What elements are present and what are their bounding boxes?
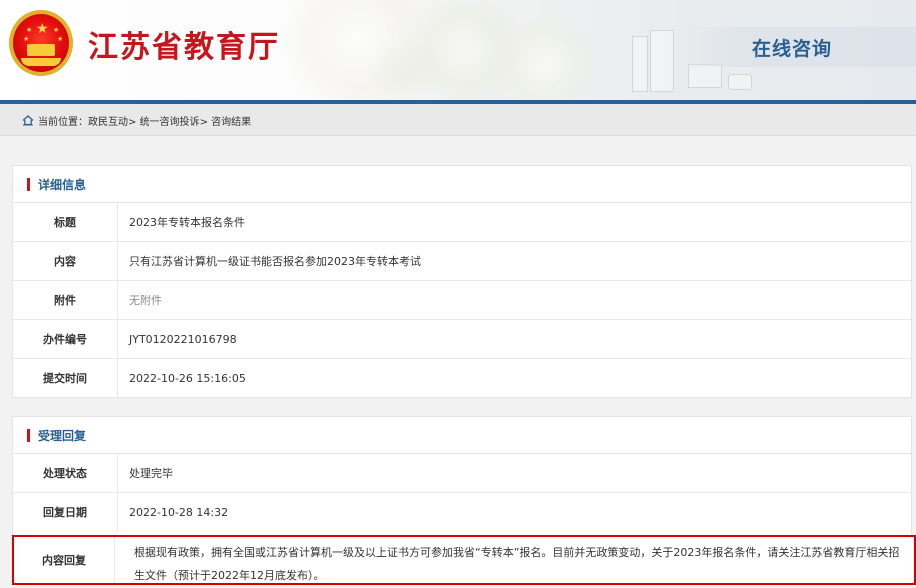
breadcrumb-prefix: 当前位置： <box>38 117 88 128</box>
detail-heading: 详细信息 <box>38 178 87 192</box>
row-label: 提交时间 <box>13 359 118 397</box>
detail-row-content: 内容 只有江苏省计算机一级证书能否报名参加2023年专转本考试 <box>13 242 911 281</box>
row-value: JYT0120221016798 <box>129 332 237 346</box>
detail-panel-header: 详细信息 <box>13 166 911 203</box>
row-value: 无附件 <box>129 294 162 307</box>
reply-row-status: 处理状态 处理完毕 <box>13 454 911 493</box>
row-label: 处理状态 <box>13 454 118 492</box>
breadcrumb-trail: 当前位置：政民互动> 统一咨询投诉> 咨询结果 <box>38 113 251 128</box>
row-label: 内容 <box>13 242 118 280</box>
detail-row-case-number: 办件编号 JYT0120221016798 <box>13 320 911 359</box>
reply-content-row: 内容回复 根据现有政策，拥有全国或江苏省计算机一级及以上证书方可参加我省“专转本… <box>12 535 916 585</box>
detail-row-attachment: 附件 无附件 <box>13 281 911 320</box>
device-decoration <box>650 30 674 92</box>
breadcrumb-item-consult-complaint[interactable]: 统一咨询投诉 <box>140 117 200 128</box>
national-emblem-icon[interactable]: ★ ★ ★ ★ ★ <box>9 10 73 76</box>
detail-panel: 详细信息 标题 2023年专转本报名条件 内容 只有江苏省计算机一级证书能否报名… <box>12 165 912 398</box>
reply-panel: 受理回复 处理状态 处理完毕 回复日期 2022-10-28 14:32 <box>12 416 912 540</box>
detail-row-title: 标题 2023年专转本报名条件 <box>13 203 911 242</box>
breadcrumb-separator: > <box>199 117 212 128</box>
home-icon <box>22 115 34 126</box>
flower-decoration <box>490 20 600 100</box>
row-label: 内容回复 <box>14 537 115 583</box>
breadcrumb-item-interaction[interactable]: 政民互动 <box>88 117 128 128</box>
heading-accent-bar <box>27 178 30 191</box>
row-label: 标题 <box>13 203 118 241</box>
device-decoration <box>688 64 722 88</box>
row-value: 只有江苏省计算机一级证书能否报名参加2023年专转本考试 <box>129 255 421 268</box>
row-value: 2023年专转本报名条件 <box>129 216 245 229</box>
device-decoration <box>728 74 752 90</box>
breadcrumb-separator: > <box>128 117 140 128</box>
heading-accent-bar <box>27 429 30 442</box>
reply-row-date: 回复日期 2022-10-28 14:32 <box>13 493 911 531</box>
device-decoration <box>632 36 648 92</box>
row-label: 办件编号 <box>13 320 118 358</box>
section-title: 在线咨询 <box>680 27 916 67</box>
reply-heading: 受理回复 <box>38 429 87 443</box>
detail-row-submit-time: 提交时间 2022-10-26 15:16:05 <box>13 359 911 397</box>
row-label: 附件 <box>13 281 118 319</box>
reply-content-text: 根据现有政策，拥有全国或江苏省计算机一级及以上证书方可参加我省“专转本”报名。目… <box>134 546 900 582</box>
breadcrumb-item-result[interactable]: 咨询结果 <box>211 117 251 128</box>
breadcrumb: 当前位置：政民互动> 统一咨询投诉> 咨询结果 <box>0 104 916 136</box>
section-title-text: 在线咨询 <box>752 38 833 60</box>
site-title[interactable]: 江苏省教育厅 <box>88 22 280 66</box>
reply-panel-header: 受理回复 <box>13 417 911 454</box>
row-value: 2022-10-28 14:32 <box>129 505 229 519</box>
row-value: 处理完毕 <box>129 467 173 480</box>
site-header: ★ ★ ★ ★ ★ 江苏省教育厅 在线咨询 <box>0 0 916 100</box>
row-value: 2022-10-26 15:16:05 <box>129 371 246 385</box>
row-label: 回复日期 <box>13 493 118 531</box>
